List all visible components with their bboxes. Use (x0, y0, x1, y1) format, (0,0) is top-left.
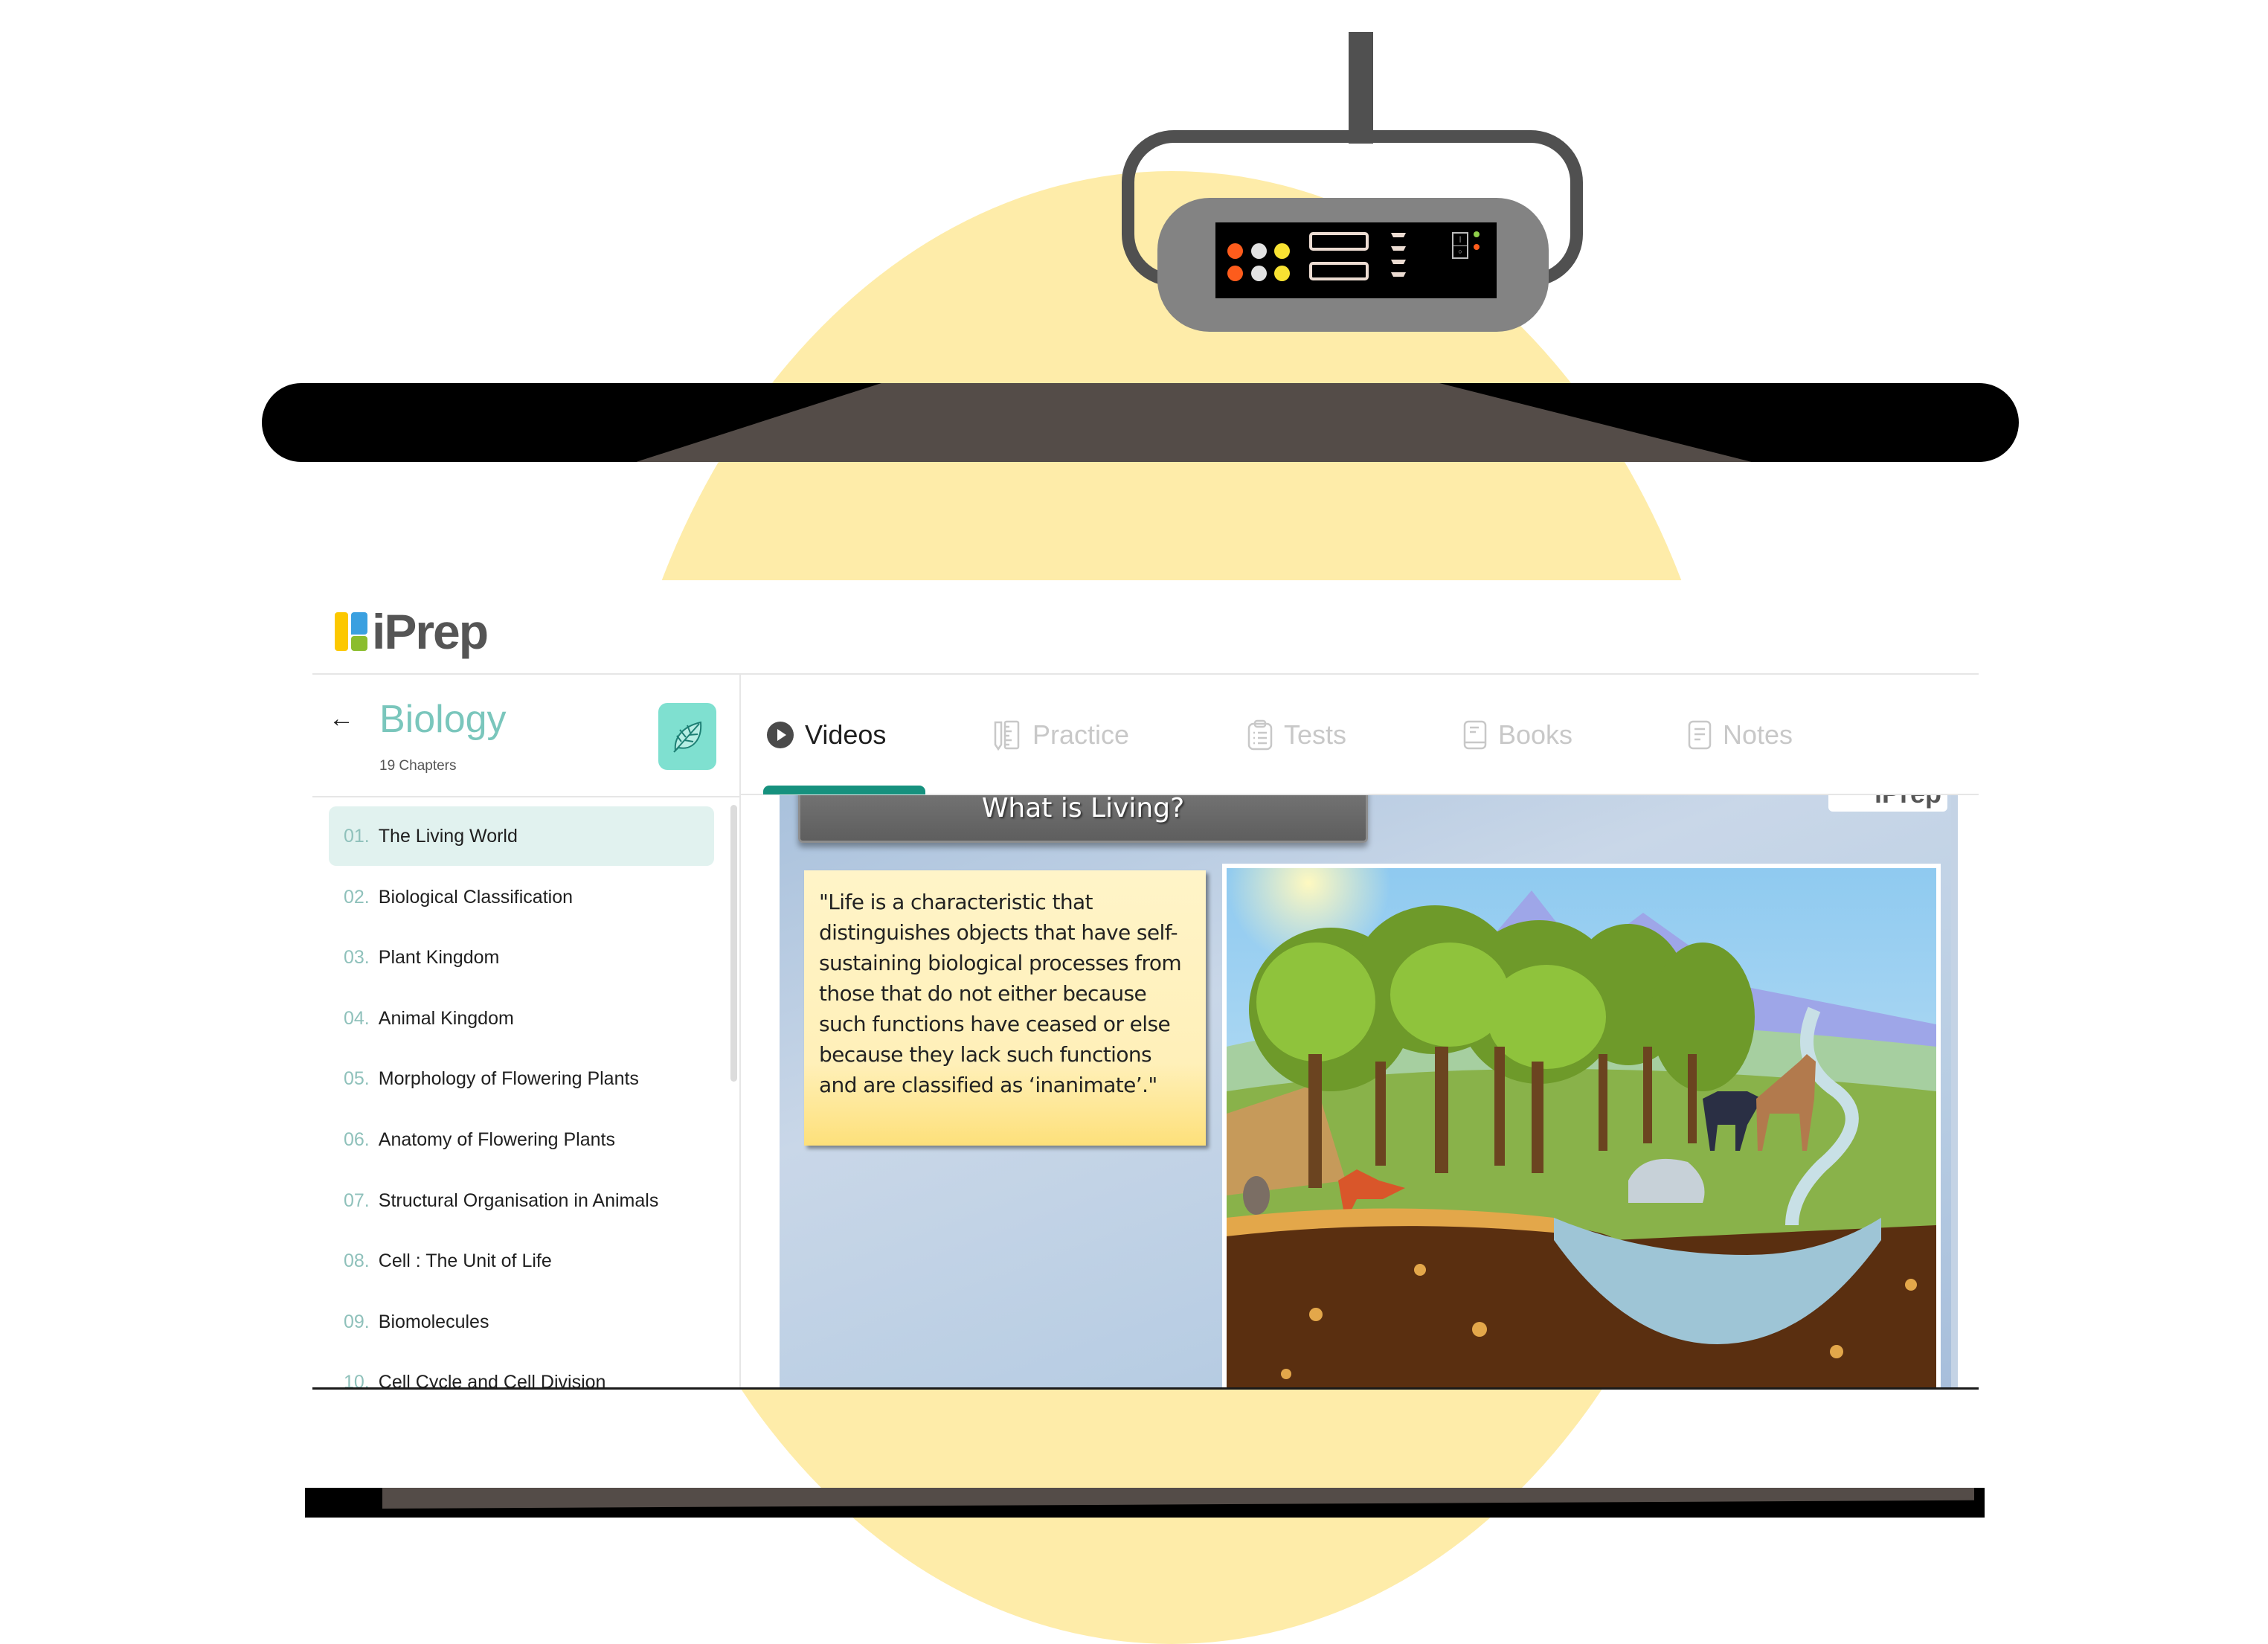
tab-videos[interactable]: Videos (766, 719, 886, 751)
chapter-item[interactable]: 07. Structural Organisation in Animals (329, 1171, 714, 1230)
content-tabs: Videos Practice Tests Books Notes (741, 675, 1979, 795)
projector-button-icon (1274, 243, 1290, 259)
chapter-item[interactable]: 10. Cell Cycle and Cell Division (329, 1352, 714, 1388)
chapter-number: 05. (344, 1067, 370, 1089)
tab-label: Books (1498, 719, 1573, 750)
ecosystem-illustration (1222, 864, 1941, 1387)
active-tab-indicator (763, 786, 925, 794)
chapter-title: Cell Cycle and Cell Division (378, 1371, 606, 1388)
projector-vent-icon (1391, 260, 1406, 264)
chapter-number: 08. (344, 1250, 370, 1271)
chapter-title: Plant Kingdom (378, 946, 500, 968)
iprep-logo[interactable]: iPrep (335, 604, 489, 659)
chapter-item[interactable]: 02. Biological Classification (329, 867, 714, 927)
chapter-item[interactable]: 05. Morphology of Flowering Plants (329, 1049, 714, 1108)
chapter-title: Biomolecules (378, 1311, 489, 1332)
chapter-number: 03. (344, 946, 370, 968)
chapter-title: Anatomy of Flowering Plants (378, 1128, 615, 1150)
chapter-number: 10. (344, 1371, 370, 1388)
slide-quote: "Life is a characteristic that distingui… (804, 870, 1206, 1146)
arrow-left-icon[interactable]: ← (329, 704, 354, 733)
chapter-item[interactable]: 09. Biomolecules (329, 1292, 714, 1352)
projector-vent-icon (1391, 246, 1406, 251)
logo-mark-icon (335, 612, 367, 651)
projector-button-icon (1274, 266, 1290, 281)
screen-bottom-edge (312, 1387, 1979, 1390)
chapter-title: Structural Organisation in Animals (378, 1189, 659, 1211)
projector-vent-icon (1391, 272, 1406, 277)
tab-label: Videos (805, 719, 887, 750)
chapter-item[interactable]: 03. Plant Kingdom (329, 928, 714, 987)
tab-tests[interactable]: Tests (1247, 719, 1346, 751)
chapter-title: Biological Classification (378, 886, 573, 908)
chapter-title: Morphology of Flowering Plants (378, 1067, 639, 1089)
video-watermark: iPrep (1828, 795, 1947, 812)
app-window: iPrep ← Biology 19 Chapters 01. The Livi… (312, 580, 1979, 1387)
video-edge (1951, 795, 1958, 1387)
play-circle-icon (766, 721, 794, 749)
chapter-title: The Living World (378, 825, 518, 847)
logo-text: iPrep (372, 604, 489, 659)
tab-books[interactable]: Books (1462, 719, 1572, 751)
chapter-sidebar: ← Biology 19 Chapters 01. The Living Wor… (312, 675, 741, 1387)
tab-notes[interactable]: Notes (1687, 719, 1793, 751)
app-header: iPrep (312, 580, 1979, 675)
leaf-icon (658, 703, 716, 770)
chapter-number: 06. (344, 1128, 370, 1150)
projector-port-icon (1309, 262, 1369, 280)
projector-mount-pole (1349, 32, 1373, 144)
subject-title: Biology (379, 698, 507, 741)
book-icon (1462, 719, 1488, 751)
chapter-title: Cell : The Unit of Life (378, 1250, 552, 1271)
chapter-number: 01. (344, 825, 370, 847)
power-switch-icon: | ○ (1452, 232, 1468, 259)
status-led-icon (1474, 231, 1480, 237)
projector-button-icon (1251, 243, 1267, 259)
pencil-ruler-icon (992, 719, 1022, 751)
chapter-number: 07. (344, 1189, 370, 1211)
video-player[interactable]: What is Living? iPrep "Life is a charact… (780, 795, 1958, 1387)
projector-vent-icon (1391, 233, 1406, 237)
tab-label: Notes (1723, 719, 1793, 750)
projector-button-icon (1227, 243, 1243, 259)
projector-button-icon (1227, 266, 1243, 281)
chapter-item[interactable]: 06. Anatomy of Flowering Plants (329, 1110, 714, 1169)
chapter-list: 01. The Living World 02. Biological Clas… (312, 797, 729, 1387)
slide-title: What is Living? (798, 795, 1368, 843)
chapter-number: 02. (344, 886, 370, 908)
tab-label: Practice (1032, 719, 1130, 750)
subject-header: ← Biology 19 Chapters (312, 675, 739, 797)
sidebar-scrollbar[interactable] (730, 805, 737, 1082)
chapter-number: 04. (344, 1007, 370, 1029)
notes-icon (1687, 719, 1712, 751)
chapter-count: 19 Chapters (379, 758, 457, 774)
chapter-item[interactable]: 01. The Living World (329, 806, 714, 866)
clipboard-list-icon (1247, 719, 1273, 751)
chapter-title: Animal Kingdom (378, 1007, 514, 1029)
chapter-item[interactable]: 04. Animal Kingdom (329, 989, 714, 1048)
tab-label: Tests (1284, 719, 1347, 750)
status-led-icon (1474, 244, 1480, 250)
projector-button-icon (1251, 266, 1267, 281)
tab-practice[interactable]: Practice (992, 719, 1129, 751)
chapter-number: 09. (344, 1311, 370, 1332)
chapter-item[interactable]: 08. Cell : The Unit of Life (329, 1231, 714, 1291)
projector-port-icon (1309, 232, 1369, 251)
